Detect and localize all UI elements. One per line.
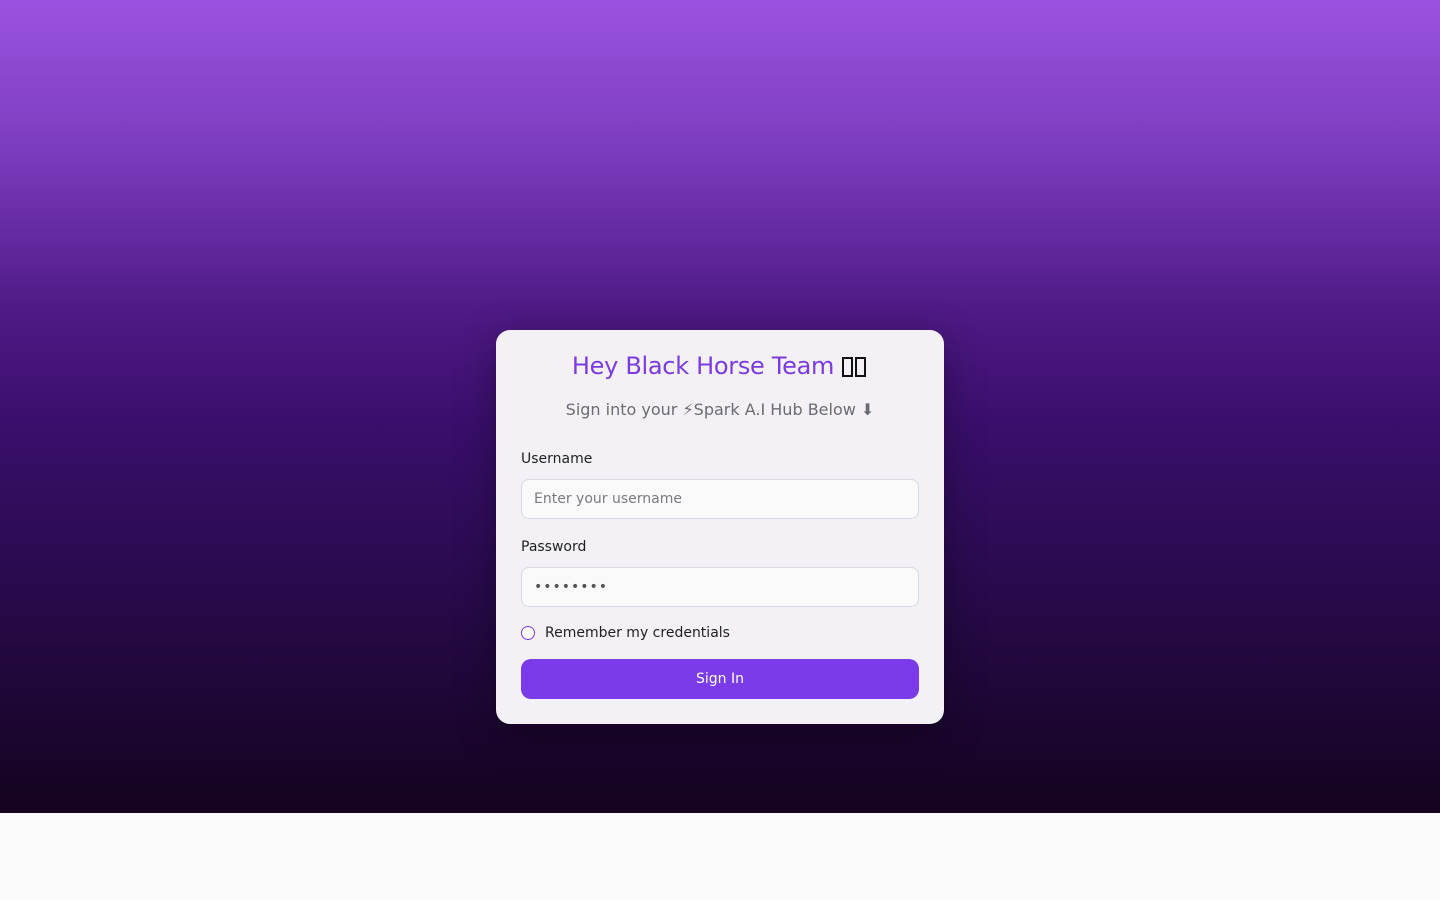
unrendered-emoji-icon [842, 355, 868, 383]
username-input[interactable] [521, 479, 919, 519]
sign-in-button[interactable]: Sign In [521, 659, 919, 699]
remember-label: Remember my credentials [545, 625, 730, 641]
login-title-text: Hey Black Horse Team [571, 352, 835, 380]
username-label: Username [521, 451, 593, 467]
password-label: Password [521, 539, 587, 555]
login-card: Hey Black Horse Team Sign into your ⚡Spa… [496, 330, 944, 724]
page-footer-area [0, 813, 1440, 900]
login-title: Hey Black Horse Team [496, 352, 944, 383]
remember-credentials[interactable]: Remember my credentials [521, 624, 730, 642]
login-subtitle: Sign into your ⚡Spark A.I Hub Below ⬇ [565, 400, 875, 419]
password-input[interactable]: •••••••• [521, 567, 919, 607]
remember-radio[interactable] [521, 626, 535, 640]
